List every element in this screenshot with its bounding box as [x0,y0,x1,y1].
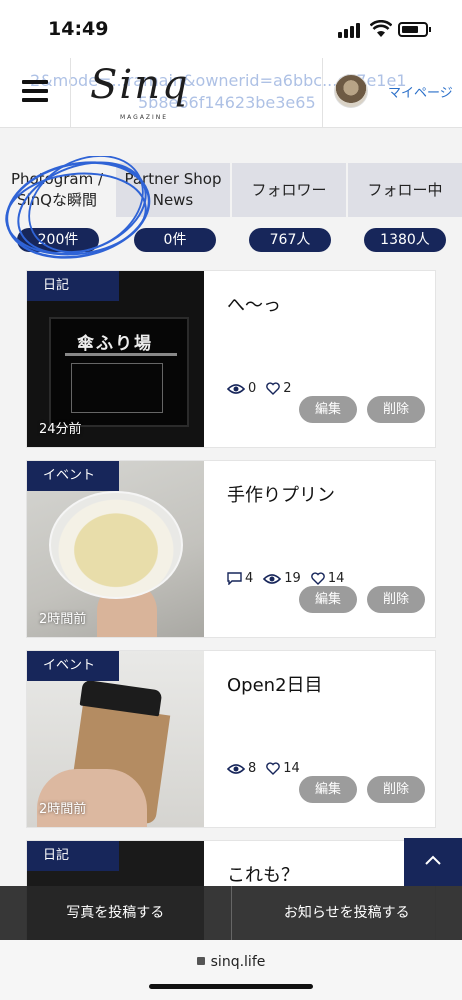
post-stats: 8 14 [227,761,306,776]
heart-icon[interactable] [266,382,281,395]
site-logo[interactable]: Sinq MAGAZINE [90,62,205,124]
view-count: 19 [284,571,301,586]
edit-button[interactable]: 編集 [299,396,357,423]
post-stats: 4 19 14 [227,571,350,586]
browser-bar: sinq.life [0,940,462,1000]
count-badge: 767人 [249,228,331,252]
count-badge: 0件 [134,228,216,252]
status-time: 14:49 [48,18,109,40]
back-to-top-button[interactable] [404,838,462,886]
view-count: 8 [248,761,257,776]
home-indicator [149,984,313,989]
count-badge: 200件 [17,228,99,252]
menu-icon[interactable] [22,80,48,102]
delete-button[interactable]: 削除 [367,586,425,613]
like-count: 14 [283,761,300,776]
heart-icon[interactable] [311,572,325,585]
post-title[interactable]: これも？ [227,861,299,887]
mypage-link[interactable]: マイページ [388,82,453,101]
like-count: 2 [283,381,292,396]
edit-button[interactable]: 編集 [299,586,357,613]
post-title[interactable]: Open2日目 [227,671,323,697]
post-photo[interactable]: 傘ふり場 日記 24分前 [27,271,204,447]
eye-icon [227,383,245,394]
tab-bar: Photogram / SinQな瞬間 Partner Shop News フォロワ… [0,163,462,217]
tab-following[interactable]: フォロー中 [348,163,462,217]
like-count: 14 [327,571,345,586]
post-time: 24分前 [39,422,82,437]
category-badge: イベント [27,461,119,491]
tab-followers[interactable]: フォロワー [232,163,346,217]
post-title[interactable]: 手作りプリン [227,481,335,507]
category-badge: 日記 [27,841,119,871]
battery-icon [398,22,431,37]
post-card[interactable]: 傘ふり場 日記 24分前 へ〜っ 0 2 編集 削除 [26,270,436,448]
delete-button[interactable]: 削除 [367,776,425,803]
tab-counts: 200件 0件 767人 1380人 [0,228,462,252]
lock-icon [196,957,205,965]
delete-button[interactable]: 削除 [367,396,425,423]
comment-count: 4 [245,571,254,586]
eye-icon [263,573,282,584]
post-notice-button[interactable]: お知らせを投稿する [232,886,462,940]
count-badge: 1380人 [364,228,446,252]
status-bar: 14:49 [0,0,462,58]
eye-icon [227,763,245,774]
comment-icon [227,572,242,585]
post-card[interactable]: イベント 2時間前 Open2日目 8 14 編集 削除 [26,650,436,828]
chevron-up-icon [425,855,441,865]
post-stats: 0 2 [227,381,298,396]
post-time: 2時間前 [39,612,87,627]
signal-icon [338,22,362,38]
avatar[interactable] [334,74,368,108]
post-card[interactable]: イベント 2時間前 手作りプリン 4 19 14 編集 削除 [26,460,436,638]
wifi-icon [370,20,392,37]
heart-icon[interactable] [266,762,281,775]
tab-photogram[interactable]: Photogram / SinQな瞬間 [0,163,114,217]
post-photo[interactable]: イベント 2時間前 [27,461,204,637]
edit-button[interactable]: 編集 [299,776,357,803]
tab-partner-shop-news[interactable]: Partner Shop News [116,163,230,217]
post-photo[interactable]: イベント 2時間前 [27,651,204,827]
site-header: 2&mode=...ramain&ownerid=a6bbc...cb7e1e1… [0,58,462,128]
post-time: 2時間前 [39,802,87,817]
category-badge: イベント [27,651,119,681]
category-badge: 日記 [27,271,119,301]
view-count: 0 [248,381,257,396]
address-bar[interactable]: sinq.life [0,954,462,970]
post-photo-button[interactable]: 写真を投稿する [0,886,231,940]
sign-image: 傘ふり場 [49,317,189,427]
post-title[interactable]: へ〜っ [227,291,281,317]
bottom-action-bar: 写真を投稿する お知らせを投稿する [0,886,462,940]
